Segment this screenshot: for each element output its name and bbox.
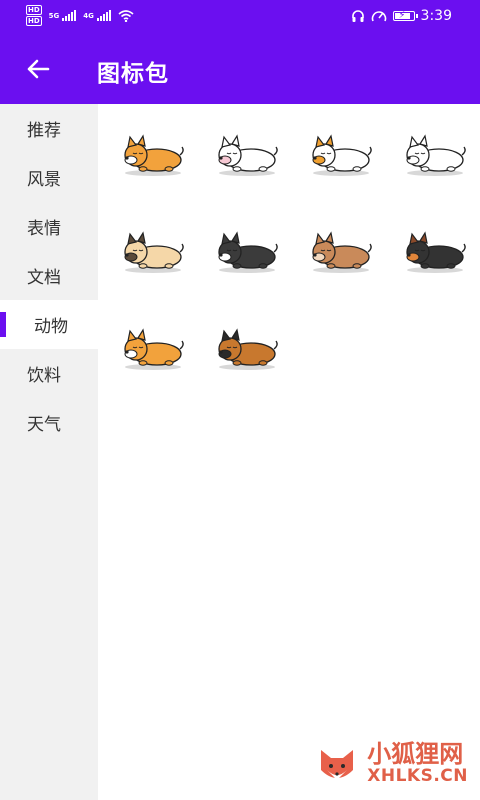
page-title: 图标包	[97, 61, 169, 87]
status-left: HD HD 5G 4G	[26, 5, 134, 26]
watermark-en: XHLKS.CN	[367, 765, 468, 786]
sidebar-item-label: 文档	[27, 268, 61, 288]
jack-russell-icon[interactable]	[294, 104, 388, 200]
sidebar-item-drinks[interactable]: 饮料	[0, 349, 98, 398]
sidebar-item-label: 推荐	[27, 121, 61, 141]
pug-icon[interactable]	[106, 201, 200, 297]
watermark: 小狐狸网 XHLKS.CN	[313, 740, 468, 788]
hd-badge: HD	[26, 5, 42, 15]
charging-icon: ⚡	[398, 10, 406, 21]
german-shepherd-icon[interactable]	[200, 298, 294, 394]
network-type-label: 4G	[83, 11, 94, 20]
sidebar-item-label: 风景	[27, 170, 61, 190]
beagle-icon[interactable]	[388, 201, 480, 297]
battery-icon: ⚡	[392, 10, 418, 21]
sidebar-item-recommend[interactable]: 推荐	[0, 104, 98, 153]
category-sidebar: 推荐 风景 表情 文档 动物 饮料 天气	[0, 104, 98, 800]
headphone-icon	[351, 10, 364, 22]
french-bulldog-icon[interactable]	[200, 201, 294, 297]
arrow-left-icon	[27, 59, 50, 79]
speedometer-icon	[371, 11, 386, 22]
corgi-icon[interactable]	[106, 104, 200, 200]
hd-stack: HD HD	[26, 5, 42, 26]
watermark-cn: 小狐狸网	[367, 740, 464, 769]
hd-badge: HD	[26, 16, 42, 26]
samoyed-icon[interactable]	[388, 104, 480, 200]
wifi-icon	[118, 9, 134, 22]
sidebar-item-animals[interactable]: 动物	[0, 300, 98, 349]
chihuahua-icon[interactable]	[294, 201, 388, 297]
signal-icon	[96, 10, 111, 21]
sidebar-item-documents[interactable]: 文档	[0, 251, 98, 300]
sidebar-item-emoji[interactable]: 表情	[0, 202, 98, 251]
status-right: ⚡ 3:39	[351, 8, 452, 24]
sidebar-item-label: 饮料	[27, 366, 61, 386]
network-type-label: 5G	[48, 11, 60, 20]
watermark-text: 小狐狸网 XHLKS.CN	[367, 742, 468, 785]
sidebar-item-label: 动物	[34, 317, 68, 337]
sidebar-item-weather[interactable]: 天气	[0, 398, 98, 447]
bull-terrier-icon[interactable]	[200, 104, 294, 200]
shiba-icon[interactable]	[106, 298, 200, 394]
clock: 3:39	[420, 8, 452, 24]
status-bar: HD HD 5G 4G ⚡ 3:39	[0, 0, 480, 34]
active-indicator	[0, 312, 6, 337]
sidebar-item-scenery[interactable]: 风景	[0, 153, 98, 202]
sidebar-item-label: 表情	[27, 219, 61, 239]
fox-logo-icon	[321, 750, 354, 780]
app-bar: 图标包	[0, 34, 480, 104]
signal-icon	[62, 10, 77, 21]
sidebar-item-label: 天气	[27, 415, 61, 435]
back-button[interactable]	[18, 52, 58, 86]
